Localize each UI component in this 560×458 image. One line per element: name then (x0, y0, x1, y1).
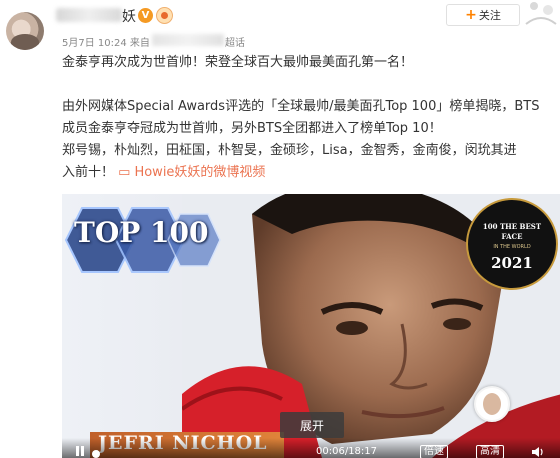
post-timestamp[interactable]: 5月7日 10:24 来自 (62, 34, 150, 49)
author-name-blurred[interactable] (56, 8, 122, 22)
post-content: 金泰亨再次成为世首帅！荣登全球百大最帅最美面孔第一名！ 由外网媒体Special… (62, 52, 558, 184)
post-header: 妖 V 5月7日 10:24 来自 超话 + 关注 (0, 0, 560, 56)
uploader-mini-avatar[interactable] (474, 386, 510, 422)
follow-label: 关注 (478, 9, 501, 22)
post-text-tail: 入前十！ (62, 165, 115, 180)
expand-button[interactable]: 展开 (280, 412, 344, 438)
seal-line-1: 100 THE BEST (482, 222, 542, 231)
vip-badge-icon: V (138, 8, 153, 23)
post-text-line: 金泰亨再次成为世首帅！荣登全球百大最帅最美面孔第一名！ (62, 55, 414, 70)
post-text-line: 由外网媒体Special Awards评选的「全球最帅/最美面孔Top 100」… (62, 99, 540, 114)
author-name[interactable]: 妖 (122, 6, 136, 26)
volume-icon[interactable] (532, 447, 544, 457)
post-text-line: 入前十！ ▭ Howie妖妖的微博视频 (62, 162, 558, 184)
level-icon (156, 7, 173, 24)
video-player[interactable]: TOP 100 100 THE BEST FACE IN THE WORLD 2… (62, 194, 560, 458)
avatar[interactable] (6, 12, 44, 50)
time-code: 00:06/18:17 (316, 446, 378, 457)
source-label[interactable]: 超话 (225, 34, 245, 49)
top100-banner-text: TOP 100 (74, 216, 209, 249)
post-text-line: 成员金泰亨夺冠成为世首帅，另外BTS全团都进入了榜单Top 10！ (62, 121, 442, 136)
video-link[interactable]: ▭ Howie妖妖的微博视频 (118, 165, 265, 180)
follow-button[interactable]: + 关注 (446, 4, 520, 26)
playback-rate-button[interactable]: 倍速 (420, 445, 448, 458)
video-link-text: Howie妖妖的微博视频 (134, 165, 266, 180)
plus-icon: + (465, 7, 477, 23)
seal-line-3: IN THE WORLD (493, 244, 531, 250)
seal-line-2: FACE (501, 232, 523, 241)
progress-handle[interactable] (92, 450, 100, 458)
video-link-icon: ▭ (118, 165, 131, 180)
decoration-icon (525, 2, 557, 25)
seal-year: 2021 (491, 254, 533, 272)
source-blurred (152, 34, 224, 46)
post-text-line: 郑号锡，朴灿烈，田柾国，朴智旻，金硕珍，Lisa，金智秀，金南俊，闵玧其进 (62, 143, 517, 158)
best-face-seal: 100 THE BEST FACE IN THE WORLD 2021 (466, 198, 558, 290)
quality-button[interactable]: 高清 (476, 445, 504, 458)
play-pause-icon[interactable] (74, 446, 86, 456)
